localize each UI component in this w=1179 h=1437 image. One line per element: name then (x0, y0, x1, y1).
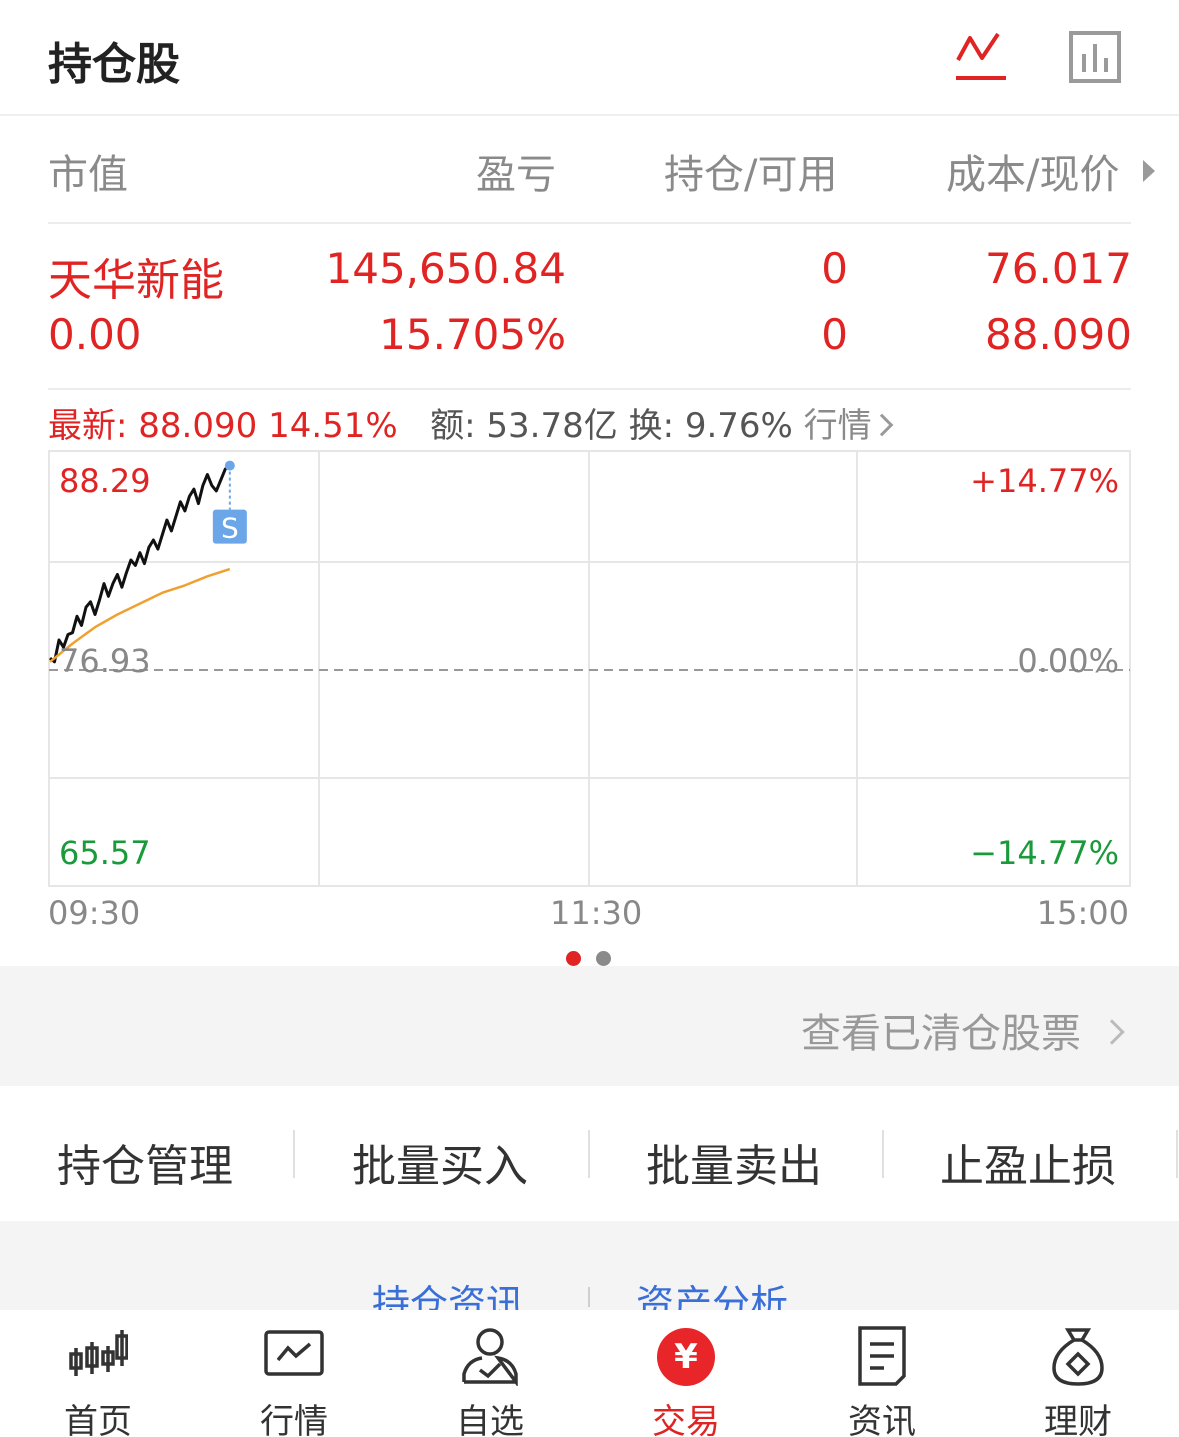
quote-summary: 最新: 88.090 14.51% 额: 53.78亿 换: 9.76% 行情 (48, 398, 893, 447)
action-bar: 持仓管理 批量买入 批量卖出 止盈止损 (0, 1086, 1179, 1221)
scroll-right-arrow-icon[interactable] (1143, 160, 1155, 182)
available-qty: 0 (821, 310, 848, 359)
page-dot[interactable] (596, 951, 611, 966)
intraday-chart[interactable]: S 88.29 76.93 65.57 +14.77% 0.00% −14.77… (48, 450, 1131, 887)
column-market-value: 市值 (48, 152, 128, 198)
tab-market[interactable]: 行情 (196, 1310, 392, 1437)
x-label-open: 09:30 (48, 894, 141, 932)
batch-buy-button[interactable]: 批量买入 (352, 1130, 528, 1194)
bottom-tab-bar: 首页 行情 自选 ¥ 交易 资讯 理财 (0, 1310, 1179, 1437)
current-price: 88.090 (985, 310, 1132, 359)
user-check-icon (462, 1328, 518, 1386)
page-title: 持仓股 (48, 39, 180, 90)
stock-name: 天华新能 (48, 255, 224, 306)
tab-label: 理财 (1044, 1402, 1112, 1437)
pct-high-label: +14.77% (970, 462, 1119, 500)
line-chart-icon[interactable] (954, 30, 1008, 82)
y-low-label: 65.57 (59, 834, 151, 872)
market-link-label[interactable]: 行情 (804, 406, 872, 446)
tab-home[interactable]: 首页 (0, 1310, 196, 1437)
separator (588, 1130, 590, 1178)
top-bar: 持仓股 (0, 0, 1179, 116)
divider (48, 222, 1131, 224)
latest-price: 88.090 (138, 406, 258, 446)
tab-label: 交易 (652, 1402, 720, 1437)
signal-badge-label: S (221, 512, 239, 545)
tab-label: 首页 (64, 1402, 132, 1437)
latest-label: 最新: (48, 406, 128, 446)
separator (293, 1130, 295, 1178)
x-label-close: 15:00 (1036, 894, 1129, 932)
yen-icon: ¥ (657, 1328, 715, 1386)
bar-chart-icon[interactable] (1068, 30, 1122, 84)
profit-percent: 15.705% (379, 310, 566, 359)
money-bag-icon (1052, 1328, 1104, 1386)
divider (48, 388, 1131, 390)
pct-low-label: −14.77% (970, 834, 1119, 872)
latest-change: 14.51% (268, 406, 398, 446)
cleared-stocks-link[interactable]: 查看已清仓股票 (801, 1001, 1125, 1059)
y-base-label: 76.93 (59, 642, 151, 680)
market-chart-icon (264, 1330, 324, 1376)
tab-label: 资讯 (848, 1402, 916, 1437)
position-manage-button[interactable]: 持仓管理 (57, 1130, 233, 1194)
separator (1176, 1130, 1178, 1178)
tab-trade[interactable]: ¥ 交易 (588, 1310, 784, 1437)
stop-profit-loss-button[interactable]: 止盈止损 (940, 1130, 1116, 1194)
tab-wealth[interactable]: 理财 (980, 1310, 1176, 1437)
tab-label: 自选 (456, 1402, 524, 1437)
cleared-stocks-section: 查看已清仓股票 (0, 966, 1179, 1086)
chevron-right-icon (1099, 1019, 1125, 1045)
market-value: 0.00 (48, 310, 142, 359)
document-icon (858, 1326, 906, 1386)
separator (882, 1130, 884, 1178)
y-high-label: 88.29 (59, 462, 151, 500)
tab-news[interactable]: 资讯 (784, 1310, 980, 1437)
chart-canvas: S (48, 450, 1131, 887)
cleared-stocks-label[interactable]: 查看已清仓股票 (801, 1011, 1081, 1057)
chevron-right-icon (870, 413, 893, 437)
separator (588, 1287, 590, 1307)
column-position: 持仓/可用 (664, 152, 838, 198)
column-profit: 盈亏 (476, 152, 556, 198)
market-link[interactable]: 行情 (804, 406, 893, 446)
tab-label: 行情 (260, 1402, 328, 1437)
column-cost-price[interactable]: 成本/现价 (946, 142, 1119, 200)
batch-sell-button[interactable]: 批量卖出 (646, 1130, 822, 1194)
tab-watchlist[interactable]: 自选 (392, 1310, 588, 1437)
x-label-midday: 11:30 (550, 894, 643, 932)
chart-grid (48, 450, 1131, 887)
candlestick-icon (69, 1330, 128, 1376)
profit-amount: 145,650.84 (325, 244, 566, 293)
position-qty: 0 (821, 244, 848, 293)
current-point-marker (224, 460, 235, 471)
turnover: 换: 9.76% (628, 406, 793, 446)
cost-price: 76.017 (985, 244, 1132, 293)
pct-base-label: 0.00% (1017, 642, 1119, 680)
page-dot-active[interactable] (566, 951, 581, 966)
amount: 额: 53.78亿 (430, 406, 618, 446)
